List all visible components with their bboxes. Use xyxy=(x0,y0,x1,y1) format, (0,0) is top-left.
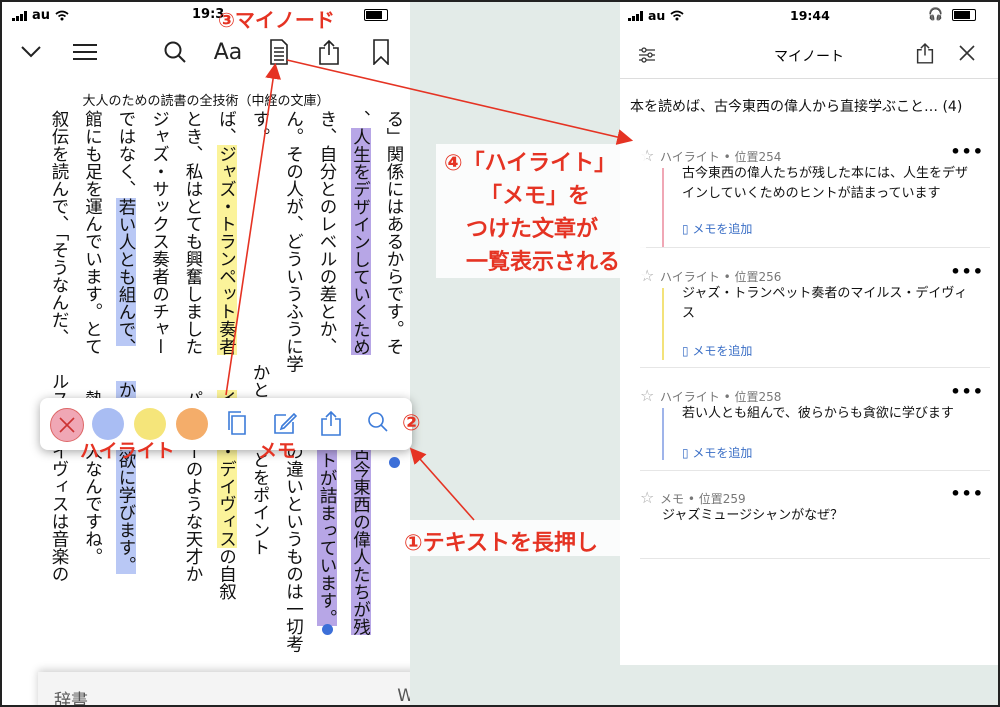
arrow-to-selection xyxy=(409,447,475,521)
arrow-to-notes xyxy=(286,59,634,145)
annotation-arrows xyxy=(225,59,634,521)
arrow-to-notes-icon xyxy=(225,62,282,396)
